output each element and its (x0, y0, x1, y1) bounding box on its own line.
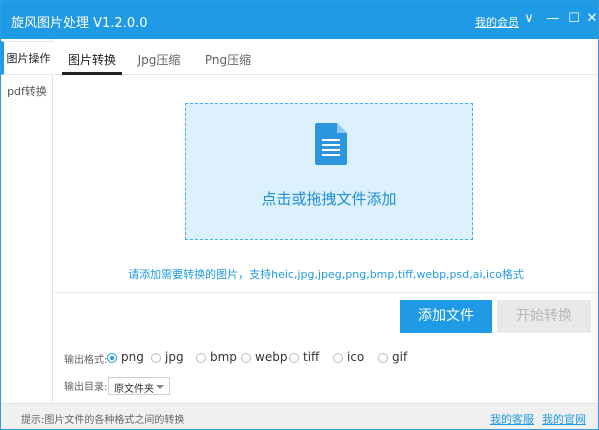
my-membership-link[interactable]: 我的会员 (475, 14, 519, 30)
official-site-link[interactable]: 我的官网 (542, 411, 586, 427)
tab-bar: 图片转换 Jpg压缩 Png压缩 (54, 39, 598, 75)
start-convert-button[interactable]: 开始转换 (497, 300, 591, 333)
file-drop-zone[interactable]: 点击或拖拽文件添加 (185, 103, 473, 240)
drop-zone-label: 点击或拖拽文件添加 (261, 190, 397, 208)
radio-icon (333, 353, 343, 363)
add-file-button[interactable]: 添加文件 (400, 300, 492, 333)
format-option-label: ico (347, 350, 365, 364)
minimize-icon[interactable]: — (544, 10, 562, 28)
format-option-label: webp (255, 350, 288, 364)
customer-service-link[interactable]: 我的客服 (490, 411, 534, 427)
tab-jpg-compress[interactable]: Jpg压缩 (128, 39, 190, 75)
sidebar-item-image-ops[interactable]: 图片操作 (1, 41, 53, 75)
format-option-label: jpg (165, 350, 184, 364)
maximize-icon[interactable]: ☐ (565, 10, 583, 28)
sidebar: 图片操作 pdf转换 (1, 39, 53, 403)
format-option-label: gif (392, 350, 408, 364)
output-dir-label: 输出目录: (64, 382, 108, 393)
format-option-label: bmp (210, 350, 237, 364)
app-title: 旋风图片处理 V1.2.0.0 (11, 16, 148, 31)
output-dir-select[interactable]: 原文件夹 (108, 377, 170, 395)
format-option-label: tiff (303, 350, 320, 364)
title-bar: 旋风图片处理 V1.2.0.0 我的会员 ∨ — ☐ ✕ (1, 1, 598, 39)
radio-checked-icon (107, 353, 117, 363)
chevron-down-icon[interactable]: ∨ (520, 10, 538, 28)
caret-down-icon (156, 385, 164, 389)
radio-icon (289, 353, 299, 363)
radio-icon (196, 353, 206, 363)
output-dir-value: 原文件夹 (114, 384, 154, 395)
status-bar: 提示:图片文件的各种格式之间的转换 我的客服 我的官网 (1, 403, 598, 429)
sidebar-item-pdf-convert[interactable]: pdf转换 (1, 75, 53, 109)
status-tip: 提示:图片文件的各种格式之间的转换 (21, 415, 185, 426)
app-window: 旋风图片处理 V1.2.0.0 我的会员 ∨ — ☐ ✕ 图片操作 pdf转换 … (0, 0, 599, 430)
supported-formats-hint: 请添加需要转换的图片，支持heic,jpg,jpeg,png,bmp,tiff,… (128, 268, 524, 281)
document-icon (315, 123, 347, 165)
divider (54, 292, 598, 293)
radio-icon (151, 353, 161, 363)
close-icon[interactable]: ✕ (583, 10, 599, 28)
radio-icon (378, 353, 388, 363)
radio-icon (241, 353, 251, 363)
output-format-label: 输出格式: (64, 355, 108, 366)
tab-png-compress[interactable]: Png压缩 (200, 39, 256, 75)
tab-image-convert[interactable]: 图片转换 (62, 39, 122, 75)
format-option-label: png (121, 350, 144, 364)
